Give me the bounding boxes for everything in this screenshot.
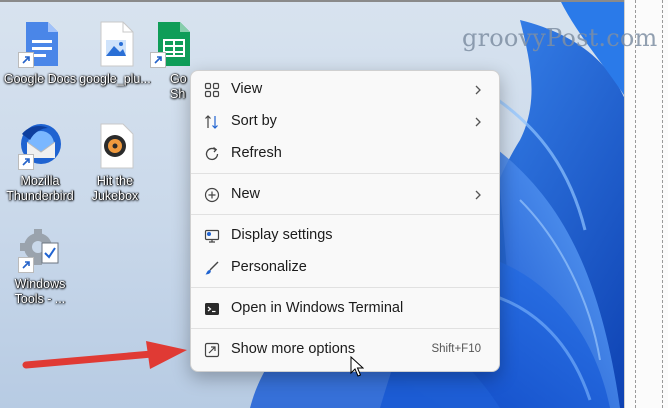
jukebox-icon bbox=[100, 123, 134, 169]
shortcut-arrow-icon bbox=[150, 52, 166, 68]
menu-item-label: Open in Windows Terminal bbox=[231, 300, 404, 316]
icon-label: Mozilla Thunderbird bbox=[6, 174, 74, 203]
desktop-icon-thunderbird[interactable]: Mozilla Thunderbird bbox=[0, 122, 80, 204]
grid-icon bbox=[204, 82, 220, 98]
side-panel bbox=[624, 0, 668, 408]
menu-item-refresh[interactable]: Refresh bbox=[195, 139, 495, 169]
menu-item-label: Show more options bbox=[231, 341, 356, 357]
icon-label: Windows Tools - ... bbox=[14, 277, 66, 306]
keyboard-shortcut: Shift+F10 bbox=[431, 343, 481, 355]
menu-item-show-more-options[interactable]: Show more options Shift+F10 bbox=[195, 335, 495, 365]
chevron-right-icon bbox=[475, 85, 481, 95]
terminal-icon bbox=[205, 303, 219, 315]
menu-item-personalize[interactable]: Personalize bbox=[195, 253, 495, 283]
refresh-icon bbox=[205, 146, 219, 161]
red-arrow-annotation bbox=[22, 341, 187, 369]
window-edge bbox=[0, 0, 668, 2]
menu-item-sort-by[interactable]: Sort by bbox=[195, 107, 495, 137]
desktop[interactable]: groovyPost.com Google Docs google_plu...… bbox=[0, 0, 668, 408]
menu-item-label: Refresh bbox=[231, 145, 282, 161]
shortcut-arrow-icon bbox=[18, 154, 34, 170]
menu-item-label: View bbox=[231, 81, 263, 97]
context-menu: View Sort by Refresh New Display setting… bbox=[190, 70, 500, 372]
menu-item-view[interactable]: View bbox=[195, 75, 495, 105]
menu-item-label: New bbox=[231, 186, 261, 202]
mouse-cursor-icon bbox=[350, 356, 364, 377]
menu-item-label: Sort by bbox=[231, 113, 277, 129]
icon-label: Hit the Jukebox bbox=[91, 174, 139, 203]
sort-icon bbox=[205, 115, 218, 129]
desktop-icon-google-docs[interactable]: Google Docs bbox=[0, 20, 80, 87]
icon-label: Google Docs bbox=[3, 72, 77, 86]
watermark: groovyPost.com bbox=[462, 24, 658, 52]
desktop-icon-windows-tools[interactable]: Windows Tools - ... bbox=[0, 225, 80, 307]
menu-item-new[interactable]: New bbox=[195, 180, 495, 210]
icon-label: Go Sh bbox=[170, 72, 187, 101]
menu-item-label: Personalize bbox=[231, 259, 307, 275]
menu-separator bbox=[191, 287, 499, 288]
menu-item-open-terminal[interactable]: Open in Windows Terminal bbox=[195, 294, 495, 324]
menu-separator bbox=[191, 214, 499, 215]
desktop-icon-google-plus[interactable]: google_plu... bbox=[75, 20, 155, 87]
chevron-right-icon bbox=[475, 117, 481, 127]
menu-separator bbox=[191, 173, 499, 174]
expand-icon bbox=[204, 342, 220, 358]
plus-circle-icon bbox=[204, 187, 220, 203]
shortcut-arrow-icon bbox=[18, 52, 34, 68]
image-file-icon bbox=[100, 21, 134, 67]
desktop-icon-jukebox[interactable]: Hit the Jukebox bbox=[75, 122, 155, 204]
chevron-right-icon bbox=[475, 190, 481, 200]
brush-icon bbox=[205, 261, 219, 275]
display-icon bbox=[204, 229, 220, 243]
menu-item-label: Display settings bbox=[231, 227, 333, 243]
icon-label: google_plu... bbox=[79, 72, 151, 86]
shortcut-arrow-icon bbox=[18, 257, 34, 273]
desktop-icon-google-sheets[interactable]: Go Sh bbox=[150, 20, 194, 102]
menu-separator bbox=[191, 328, 499, 329]
menu-item-display-settings[interactable]: Display settings bbox=[195, 221, 495, 251]
